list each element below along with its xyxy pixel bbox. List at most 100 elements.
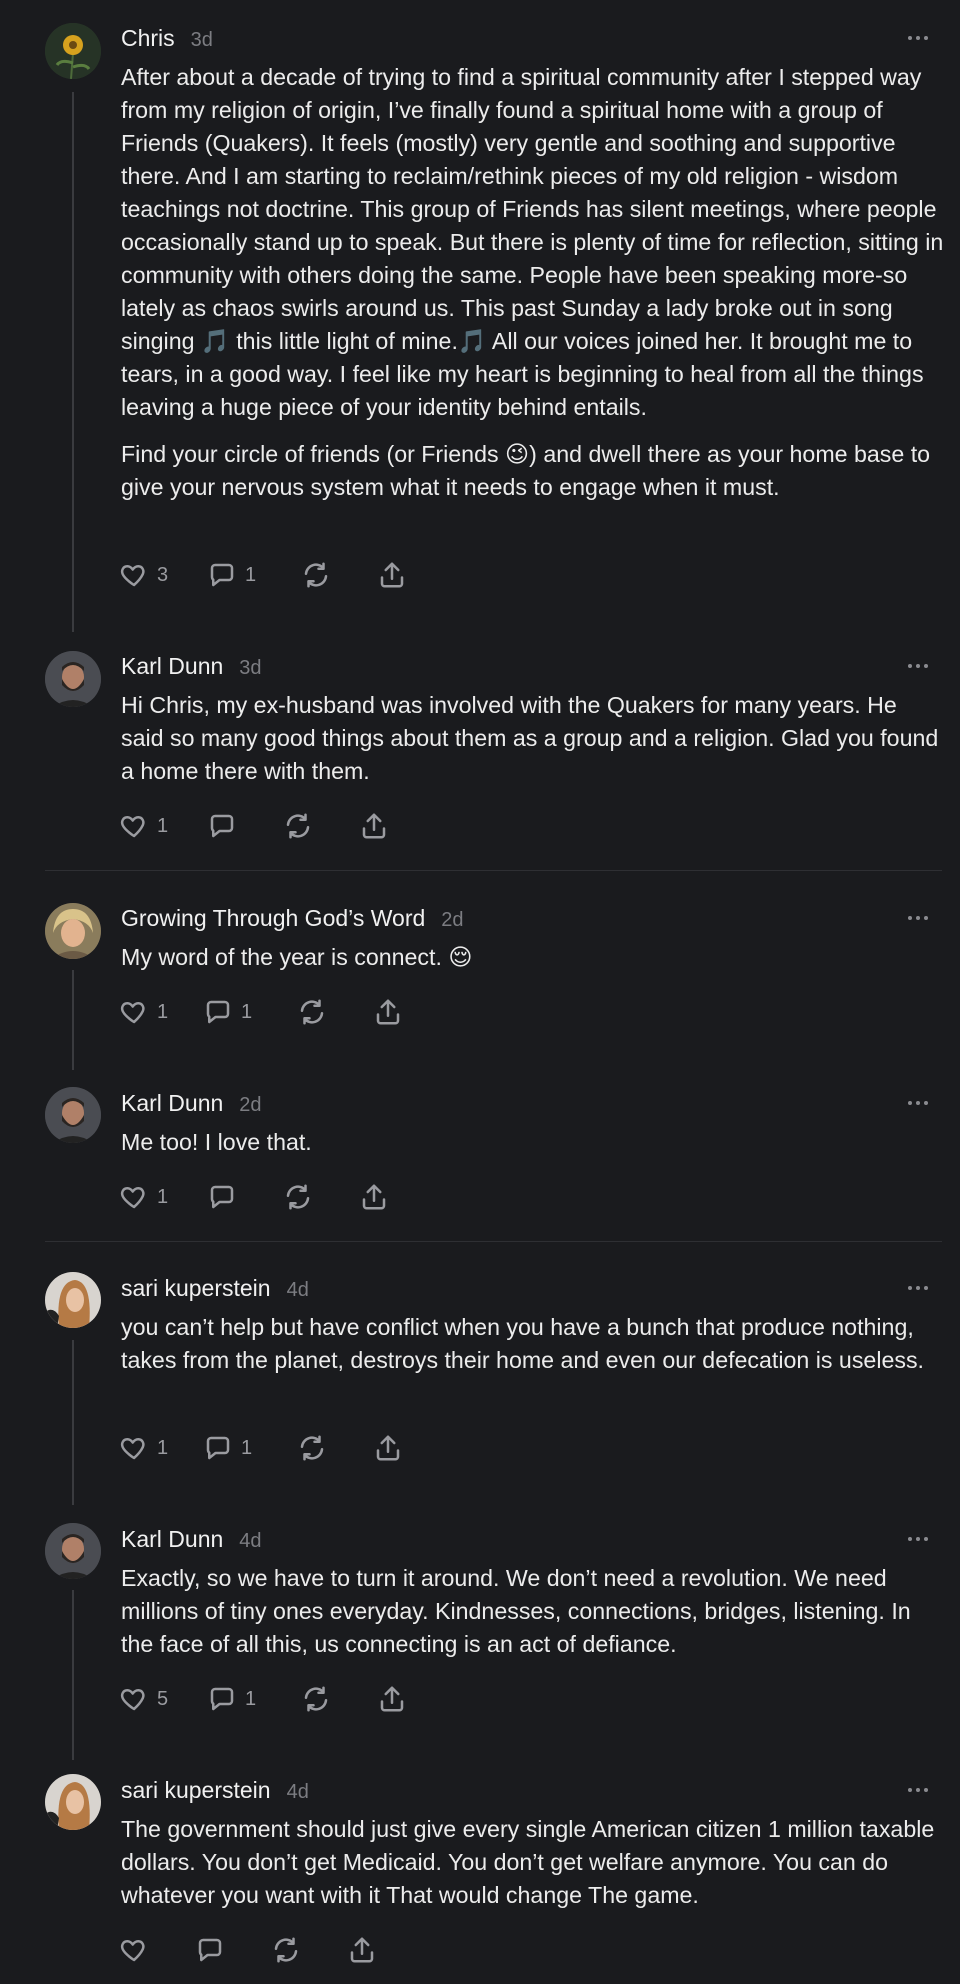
reply-count: 1 bbox=[241, 1436, 253, 1459]
reply-button[interactable]: 1 bbox=[203, 995, 297, 1029]
avatar[interactable] bbox=[45, 903, 101, 959]
restack-button[interactable] bbox=[283, 1180, 359, 1214]
avatar[interactable] bbox=[45, 1272, 101, 1328]
restack-icon bbox=[286, 813, 310, 839]
comment-icon bbox=[210, 1185, 234, 1209]
comment-actions: 1 bbox=[119, 1180, 419, 1214]
timestamp[interactable]: 4d bbox=[287, 1279, 309, 1302]
avatar[interactable] bbox=[45, 651, 101, 707]
author-name[interactable]: sari kuperstein bbox=[121, 1777, 271, 1804]
share-icon bbox=[380, 1686, 404, 1712]
comment-body: After about a decade of trying to find a… bbox=[121, 61, 945, 518]
like-button[interactable] bbox=[119, 1933, 195, 1967]
share-icon bbox=[380, 562, 404, 588]
reply-button[interactable] bbox=[207, 1180, 283, 1214]
avatar-image bbox=[45, 1774, 101, 1830]
reply-button[interactable]: 1 bbox=[203, 1431, 297, 1465]
more-icon[interactable] bbox=[900, 1780, 936, 1800]
heart-icon bbox=[120, 1438, 145, 1460]
author-name[interactable]: sari kuperstein bbox=[121, 1275, 271, 1302]
like-count: 3 bbox=[157, 563, 169, 586]
avatar[interactable] bbox=[45, 1774, 101, 1830]
like-button[interactable]: 3 bbox=[119, 558, 207, 592]
comment-paragraph: The government should just give every si… bbox=[121, 1816, 935, 1908]
more-icon[interactable] bbox=[900, 1529, 936, 1549]
comment-actions: 1 1 bbox=[119, 1431, 433, 1465]
share-icon bbox=[376, 1435, 400, 1461]
heart-icon bbox=[120, 1689, 145, 1711]
restack-button[interactable] bbox=[271, 1933, 347, 1967]
share-button[interactable] bbox=[377, 1682, 437, 1716]
restack-icon bbox=[300, 999, 324, 1025]
comment-icon bbox=[210, 1687, 234, 1711]
like-count: 1 bbox=[157, 814, 169, 837]
restack-button[interactable] bbox=[301, 558, 377, 592]
author-name[interactable]: Karl Dunn bbox=[121, 1090, 223, 1117]
comment-body: My word of the year is connect. 😌 bbox=[121, 941, 945, 988]
reply-button[interactable] bbox=[207, 809, 283, 843]
share-button[interactable] bbox=[373, 1431, 433, 1465]
restack-icon bbox=[286, 1184, 310, 1210]
comment-header: Chris 3d bbox=[121, 25, 213, 52]
share-button[interactable] bbox=[359, 1180, 419, 1214]
share-button[interactable] bbox=[359, 809, 419, 843]
like-button[interactable]: 5 bbox=[119, 1682, 207, 1716]
timestamp[interactable]: 4d bbox=[239, 1530, 261, 1553]
comment-icon bbox=[206, 1000, 230, 1024]
timestamp[interactable]: 2d bbox=[239, 1094, 261, 1117]
comment-header: Karl Dunn 4d bbox=[121, 1526, 262, 1553]
like-count: 1 bbox=[157, 1436, 169, 1459]
heart-icon bbox=[120, 816, 145, 838]
comment-actions bbox=[119, 1933, 407, 1967]
timestamp[interactable]: 2d bbox=[441, 909, 463, 932]
comment-actions: 1 bbox=[119, 809, 419, 843]
share-button[interactable] bbox=[377, 558, 437, 592]
comment-body: The government should just give every si… bbox=[121, 1813, 945, 1926]
reply-button[interactable] bbox=[195, 1933, 271, 1967]
thread-line bbox=[72, 92, 74, 632]
like-button[interactable]: 1 bbox=[119, 809, 207, 843]
timestamp[interactable]: 4d bbox=[287, 1781, 309, 1804]
restack-button[interactable] bbox=[301, 1682, 377, 1716]
avatar[interactable] bbox=[45, 1523, 101, 1579]
comment-header: sari kuperstein 4d bbox=[121, 1777, 309, 1804]
reply-button[interactable]: 1 bbox=[207, 558, 301, 592]
share-button[interactable] bbox=[347, 1933, 407, 1967]
comment-body: Hi Chris, my ex-husband was involved wit… bbox=[121, 689, 945, 802]
restack-button[interactable] bbox=[283, 809, 359, 843]
thread-line bbox=[72, 1590, 74, 1760]
author-name[interactable]: Karl Dunn bbox=[121, 1526, 223, 1553]
like-button[interactable]: 1 bbox=[119, 1431, 203, 1465]
more-icon[interactable] bbox=[900, 656, 936, 676]
heart-icon bbox=[120, 1940, 145, 1962]
avatar[interactable] bbox=[45, 1087, 101, 1143]
thread-line bbox=[72, 1340, 74, 1505]
heart-icon bbox=[120, 1002, 145, 1024]
more-icon[interactable] bbox=[900, 1093, 936, 1113]
comment-body: you can’t help but have conflict when yo… bbox=[121, 1311, 945, 1391]
comment-body: Me too! I love that. bbox=[121, 1126, 945, 1173]
more-icon[interactable] bbox=[900, 908, 936, 928]
share-button[interactable] bbox=[373, 995, 433, 1029]
more-icon[interactable] bbox=[900, 28, 936, 48]
avatar[interactable] bbox=[45, 23, 101, 79]
share-icon bbox=[362, 813, 386, 839]
author-name[interactable]: Karl Dunn bbox=[121, 653, 223, 680]
restack-icon bbox=[304, 1686, 328, 1712]
restack-button[interactable] bbox=[297, 1431, 373, 1465]
restack-button[interactable] bbox=[297, 995, 373, 1029]
author-name[interactable]: Chris bbox=[121, 25, 175, 52]
comment-paragraph: Exactly, so we have to turn it around. W… bbox=[121, 1565, 911, 1657]
restack-icon bbox=[304, 562, 328, 588]
comment-paragraph: Find your circle of friends (or Friends … bbox=[121, 441, 931, 500]
timestamp[interactable]: 3d bbox=[239, 657, 261, 680]
timestamp[interactable]: 3d bbox=[191, 29, 213, 52]
author-name[interactable]: Growing Through God’s Word bbox=[121, 905, 425, 932]
reply-button[interactable]: 1 bbox=[207, 1682, 301, 1716]
more-icon[interactable] bbox=[900, 1278, 936, 1298]
like-button[interactable]: 1 bbox=[119, 995, 203, 1029]
reply-count: 1 bbox=[241, 1000, 253, 1023]
like-button[interactable]: 1 bbox=[119, 1180, 207, 1214]
comment-header: sari kuperstein 4d bbox=[121, 1275, 309, 1302]
thread-divider bbox=[45, 870, 942, 871]
